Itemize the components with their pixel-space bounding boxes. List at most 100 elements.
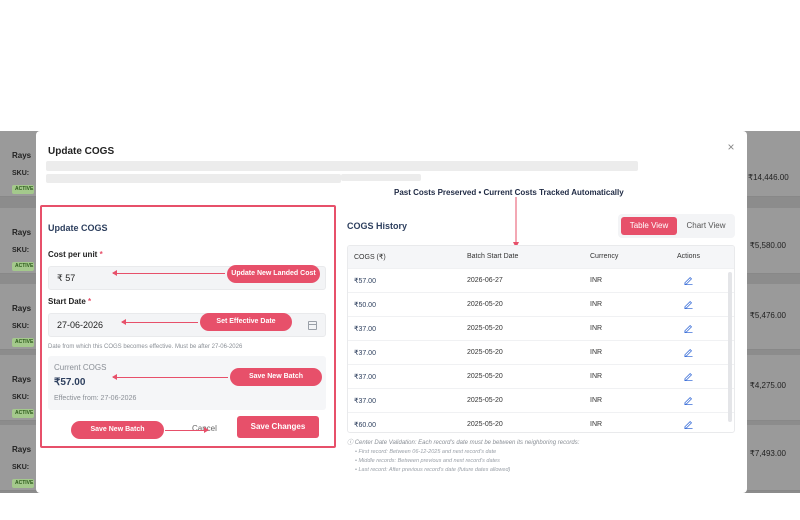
- required-mark: *: [99, 250, 103, 259]
- validation-item-text: Last record: After previous record's dat…: [358, 467, 511, 473]
- cell-batch-start-date: 2025-05-20: [467, 373, 503, 380]
- cell-cogs: ₹37.00: [354, 374, 376, 381]
- pencil-icon[interactable]: [684, 372, 693, 381]
- cell-currency: INR: [590, 421, 603, 428]
- start-date-hint: Date from which this COGS becomes effect…: [48, 344, 243, 350]
- annotation-arrow: [112, 270, 225, 276]
- tagline-arrow: [513, 197, 519, 248]
- current-cogs-value: ₹57.00: [54, 377, 86, 388]
- blurred-text-line: [46, 174, 341, 183]
- background-price: ₹5,580.00: [749, 241, 786, 250]
- column-header-batch-start-date: Batch Start Date: [467, 253, 519, 260]
- cost-per-unit-label-text: Cost per unit: [48, 250, 98, 259]
- background-price: ₹7,493.00: [749, 449, 786, 458]
- cell-cogs: ₹37.00: [354, 350, 376, 357]
- annotation-set-effective-date: Set Effective Date: [200, 313, 292, 331]
- view-toggle: Table View Chart View: [618, 214, 735, 238]
- cost-per-unit-label: Cost per unit *: [48, 250, 103, 259]
- cell-cogs: ₹60.00: [354, 422, 376, 429]
- screen: Rays SKU: ACTIVE ₹14,446.00 Rays SKU: AC…: [0, 0, 800, 520]
- update-cogs-modal: Update COGS × Past Costs Preserved • Cur…: [36, 131, 747, 493]
- calendar-icon[interactable]: [308, 321, 317, 330]
- background-sku: SKU:: [12, 170, 30, 177]
- cell-cogs: ₹37.00: [354, 398, 376, 405]
- cell-cogs: ₹37.00: [354, 326, 376, 333]
- annotation-save-new-batch: Save New Batch: [230, 368, 322, 386]
- cell-batch-start-date: 2025-05-20: [467, 397, 503, 404]
- cogs-history-table: COGS (₹) Batch Start Date Currency Actio…: [347, 245, 735, 433]
- pencil-icon[interactable]: [684, 420, 693, 429]
- table-row: ₹37.00 2025-05-20 INR: [348, 364, 734, 388]
- background-price: ₹4,275.00: [749, 381, 786, 390]
- background-price: ₹14,446.00: [748, 173, 789, 182]
- validation-item: • Last record: After previous record's d…: [355, 467, 511, 473]
- cell-batch-start-date: 2026-05-20: [467, 301, 503, 308]
- table-row: ₹57.00 2026-06-27 INR: [348, 268, 734, 292]
- background-status-badge: ACTIVE: [12, 185, 34, 194]
- form-title: Update COGS: [48, 223, 108, 233]
- background-sku: SKU:: [12, 247, 30, 254]
- validation-item-text: Middle records: Between previous and nex…: [358, 458, 500, 464]
- table-scrollbar[interactable]: [728, 272, 732, 422]
- cell-currency: INR: [590, 397, 603, 404]
- modal-title: Update COGS: [48, 146, 115, 157]
- pencil-icon[interactable]: [684, 276, 693, 285]
- save-changes-button[interactable]: Save Changes: [237, 416, 319, 438]
- table-row: ₹37.00 2025-05-20 INR: [348, 340, 734, 364]
- start-date-label-text: Start Date: [48, 297, 86, 306]
- annotation-save-new-batch: Save New Batch: [71, 421, 164, 439]
- annotation-arrow: [165, 427, 209, 433]
- cell-currency: INR: [590, 349, 603, 356]
- pencil-icon[interactable]: [684, 324, 693, 333]
- validation-title-text: Center Date Validation: Each record's da…: [354, 440, 580, 446]
- table-row: ₹37.00 2025-05-20 INR: [348, 316, 734, 340]
- validation-title: ⓘ Center Date Validation: Each record's …: [347, 437, 579, 446]
- validation-item-text: First record: Between 06-12-2025 and nex…: [358, 449, 497, 455]
- close-icon[interactable]: ×: [725, 141, 737, 153]
- cell-batch-start-date: 2025-05-20: [467, 421, 503, 428]
- cell-cogs: ₹57.00: [354, 278, 376, 285]
- cell-cogs: ₹50.00: [354, 302, 376, 309]
- cell-currency: INR: [590, 277, 603, 284]
- cogs-history-title: COGS History: [347, 221, 408, 231]
- table-row: ₹37.00 2025-05-20 INR: [348, 388, 734, 412]
- cell-currency: INR: [590, 325, 603, 332]
- validation-item: • Middle records: Between previous and n…: [355, 458, 500, 464]
- cell-batch-start-date: 2025-05-20: [467, 349, 503, 356]
- column-header-currency: Currency: [590, 253, 619, 260]
- background-sku: SKU:: [12, 464, 30, 471]
- cell-currency: INR: [590, 373, 603, 380]
- background-status-badge: ACTIVE: [12, 409, 34, 418]
- date-validation-notes: ⓘ Center Date Validation: Each record's …: [347, 437, 579, 473]
- required-mark: *: [88, 297, 92, 306]
- update-cogs-form: Update COGS Cost per unit * ₹ 57 Start D…: [40, 205, 336, 448]
- pencil-icon[interactable]: [684, 348, 693, 357]
- background-product-name: Rays: [12, 375, 32, 384]
- background-product-name: Rays: [12, 151, 32, 160]
- background-sku: SKU:: [12, 394, 30, 401]
- background-status-badge: ACTIVE: [12, 262, 34, 271]
- background-status-badge: ACTIVE: [12, 338, 34, 347]
- pencil-icon[interactable]: [684, 300, 693, 309]
- tab-table-view[interactable]: Table View: [621, 217, 677, 235]
- current-cogs-label: Current COGS: [54, 363, 107, 372]
- cell-batch-start-date: 2026-06-27: [467, 277, 503, 284]
- cell-batch-start-date: 2025-05-20: [467, 325, 503, 332]
- background-sku: SKU:: [12, 323, 30, 330]
- background-product-name: Rays: [12, 445, 32, 454]
- cell-currency: INR: [590, 301, 603, 308]
- tagline: Past Costs Preserved • Current Costs Tra…: [394, 188, 624, 197]
- table-row: ₹60.00 2025-05-20 INR: [348, 412, 734, 432]
- annotation-arrow: [121, 319, 198, 325]
- background-product-name: Rays: [12, 228, 32, 237]
- blurred-text-line: [46, 161, 638, 171]
- background-price: ₹5,476.00: [749, 311, 786, 320]
- table-header: COGS (₹) Batch Start Date Currency Actio…: [348, 246, 734, 268]
- current-cogs-effective-from: Effective from: 27-06-2026: [54, 395, 137, 402]
- annotation-arrow: [112, 374, 228, 380]
- start-date-label: Start Date *: [48, 297, 91, 306]
- table-row: ₹50.00 2026-05-20 INR: [348, 292, 734, 316]
- pencil-icon[interactable]: [684, 396, 693, 405]
- column-header-cogs: COGS (₹): [354, 254, 386, 261]
- tab-chart-view[interactable]: Chart View: [679, 217, 733, 235]
